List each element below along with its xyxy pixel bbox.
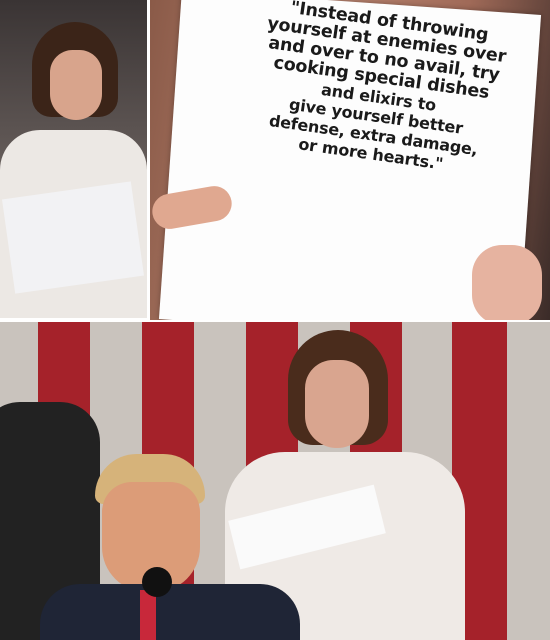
microphone [142, 567, 172, 597]
woman-face [305, 360, 369, 448]
held-paper [2, 181, 144, 294]
man-suit [40, 584, 300, 640]
right-hand [472, 245, 542, 320]
top-left-panel-photo [0, 0, 147, 318]
red-tie [140, 590, 156, 640]
woman-face [50, 50, 102, 120]
bottom-panel-photo [0, 322, 550, 640]
